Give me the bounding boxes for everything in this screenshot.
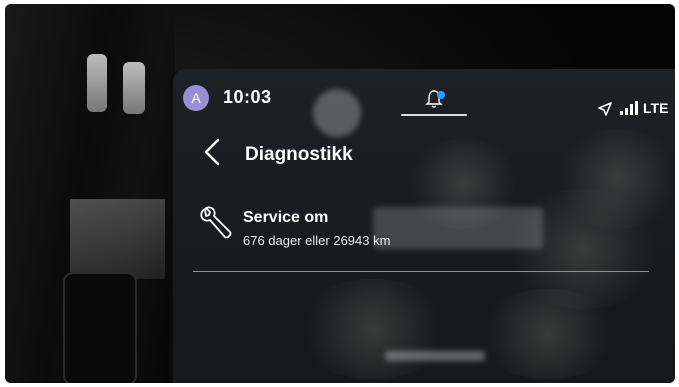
divider bbox=[193, 271, 649, 272]
photo-background: A 10:03 LTE Diagnostikk Service om 676 d… bbox=[5, 4, 675, 383]
vent-reflection bbox=[123, 62, 145, 114]
clock: 10:03 bbox=[223, 87, 272, 107]
signal-bars-icon bbox=[620, 101, 638, 115]
back-chevron-icon[interactable] bbox=[201, 137, 223, 167]
navigation-arrow-icon bbox=[598, 102, 612, 116]
phone-holder bbox=[63, 272, 137, 383]
network-type: LTE bbox=[643, 100, 669, 116]
avatar-icon[interactable]: A bbox=[183, 85, 209, 111]
notification-tray-handle[interactable] bbox=[401, 114, 467, 116]
vent-reflection bbox=[87, 54, 107, 112]
notification-dot bbox=[437, 91, 445, 99]
service-detail: 676 dager eller 26943 km bbox=[243, 233, 391, 248]
wrench-icon bbox=[200, 206, 232, 239]
page-title: Diagnostikk bbox=[245, 144, 353, 165]
status-bar: A 10:03 LTE bbox=[173, 69, 675, 116]
window-reflection bbox=[70, 199, 165, 279]
service-title: Service om bbox=[243, 209, 329, 226]
infotainment-screen: A 10:03 LTE Diagnostikk Service om 676 d… bbox=[170, 69, 675, 383]
